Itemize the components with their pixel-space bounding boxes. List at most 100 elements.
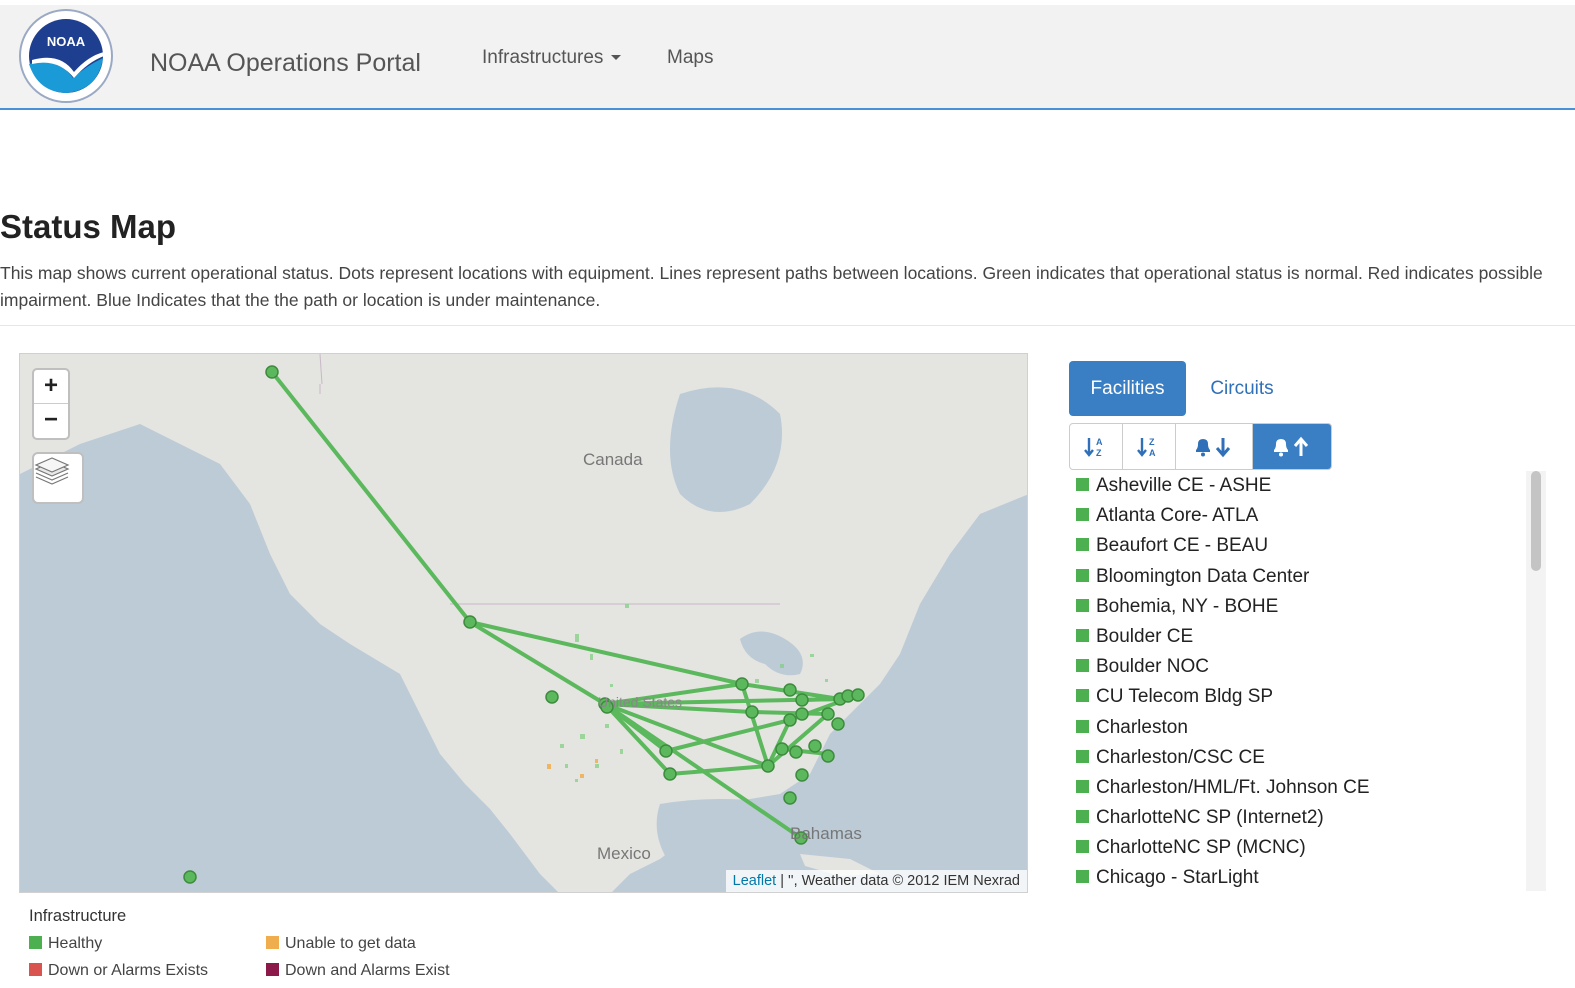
svg-text:A: A	[1149, 448, 1156, 458]
page-description: This map shows current operational statu…	[0, 263, 1543, 310]
list-item[interactable]: Boulder NOC	[1069, 652, 1531, 682]
tab-facilities[interactable]: Facilities	[1069, 361, 1186, 416]
scrollbar-thumb[interactable]	[1531, 471, 1541, 571]
facility-name: Charleston/CSC CE	[1096, 746, 1265, 768]
legend-swatch	[266, 963, 279, 976]
legend-item-down-and-alarms: Down and Alarms Exist	[266, 962, 450, 980]
layers-button[interactable]	[32, 452, 84, 504]
status-square-icon	[1076, 628, 1089, 642]
zoom-in-button[interactable]: +	[34, 370, 68, 404]
status-square-icon	[1076, 659, 1089, 673]
list-item[interactable]: CU Telecom Bldg SP	[1069, 682, 1531, 712]
facility-name: CharlotteNC SP (MCNC)	[1096, 837, 1306, 859]
list-item[interactable]: Charleston/HML/Ft. Johnson CE	[1069, 773, 1531, 803]
legend-label: Down and Alarms Exist	[285, 962, 450, 979]
map-label-united-states: United States	[598, 694, 683, 710]
facility-name: Charleston	[1096, 716, 1188, 738]
list-item[interactable]: Asheville CE - ASHE	[1069, 471, 1531, 501]
list-item[interactable]: CharlotteNC SP (MCNC)	[1069, 833, 1531, 863]
facilities-list: Asheville CE - ASHE Atlanta Core- ATLA B…	[1069, 471, 1531, 891]
zoom-out-button[interactable]: −	[34, 404, 68, 438]
sort-alpha-desc-icon: Z A	[1137, 437, 1156, 458]
list-item[interactable]: Bloomington Data Center	[1069, 562, 1531, 592]
list-item[interactable]: Charleston	[1069, 713, 1531, 743]
legend-title: Infrastructure	[29, 907, 127, 925]
list-item[interactable]: Atlanta Core- ATLA	[1069, 501, 1531, 531]
nav-maps[interactable]: Maps	[667, 47, 713, 69]
facility-name: CU Telecom Bldg SP	[1096, 686, 1274, 708]
sort-alarms-down-button[interactable]	[1176, 424, 1253, 469]
legend-swatch	[266, 936, 279, 949]
list-item[interactable]: CharlotteNC SP (Internet2)	[1069, 803, 1531, 833]
status-square-icon	[1076, 840, 1089, 854]
leaflet-link[interactable]: Leaflet	[733, 873, 777, 889]
legend-label: Unable to get data	[285, 935, 416, 952]
tab-circuits[interactable]: Circuits	[1186, 361, 1298, 416]
legend-label: Healthy	[48, 935, 103, 952]
layers-icon	[34, 457, 70, 485]
map-label-bahamas: Bahamas	[790, 824, 862, 843]
map-canvas[interactable]	[20, 354, 1028, 893]
caret-down-icon	[611, 55, 622, 61]
list-item[interactable]: Chicago - StarLight	[1069, 863, 1531, 891]
facility-name: Atlanta Core- ATLA	[1096, 505, 1259, 527]
facility-name: Beaufort CE - BEAU	[1096, 535, 1269, 557]
page-title: Status Map	[0, 208, 177, 245]
sort-button-group: A Z Z A	[1069, 423, 1332, 470]
facilities-panel: Facilities Circuits A Z Z A Asheville CE…	[1069, 361, 1575, 988]
map-label-canada: Canada	[583, 450, 643, 469]
list-item[interactable]: Boulder CE	[1069, 622, 1531, 652]
facility-name: CharlotteNC SP (Internet2)	[1096, 807, 1324, 829]
map-attribution: Leaflet | '', Weather data © 2012 IEM Ne…	[725, 870, 1027, 892]
facility-name: Charleston/HML/Ft. Johnson CE	[1096, 776, 1370, 798]
sort-alarms-up-button[interactable]	[1253, 424, 1331, 469]
status-square-icon	[1076, 478, 1089, 491]
status-square-icon	[1076, 689, 1089, 703]
sort-alpha-asc-button[interactable]: A Z	[1070, 424, 1123, 469]
zoom-control: + −	[32, 368, 70, 440]
sort-alpha-desc-button[interactable]: Z A	[1123, 424, 1176, 469]
sort-alpha-asc-icon: A Z	[1084, 437, 1103, 458]
status-map[interactable]: Canada United States Mexico Bahamas + − …	[19, 353, 1028, 893]
legend-item-healthy: Healthy	[29, 935, 102, 953]
noaa-logo[interactable]: NOAA	[18, 8, 114, 104]
facility-name: Bohemia, NY - BOHE	[1096, 595, 1279, 617]
attribution-text: | '', Weather data © 2012 IEM Nexrad	[776, 873, 1020, 889]
infrastructure-legend: Infrastructure Healthy Unable to get dat…	[19, 893, 1028, 988]
list-item[interactable]: Bohemia, NY - BOHE	[1069, 592, 1531, 622]
legend-item-down-or-alarms: Down or Alarms Exists	[29, 962, 208, 980]
facility-name: Boulder NOC	[1096, 656, 1209, 678]
status-square-icon	[1076, 779, 1089, 793]
svg-text:NOAA: NOAA	[47, 34, 86, 49]
status-square-icon	[1076, 508, 1089, 522]
facilities-scrollbar[interactable]	[1526, 471, 1546, 891]
svg-text:Z: Z	[1149, 437, 1155, 447]
facility-name: Bloomington Data Center	[1096, 565, 1310, 587]
status-square-icon	[1076, 538, 1089, 552]
status-square-icon	[1076, 568, 1089, 582]
list-item[interactable]: Charleston/CSC CE	[1069, 743, 1531, 773]
svg-text:Z: Z	[1096, 448, 1102, 458]
legend-swatch	[29, 936, 42, 949]
svg-text:A: A	[1096, 437, 1103, 447]
legend-label: Down or Alarms Exists	[48, 962, 209, 979]
status-square-icon	[1076, 719, 1089, 733]
facility-name: Boulder CE	[1096, 625, 1194, 647]
brand-title[interactable]: NOAA Operations Portal	[150, 49, 421, 78]
status-square-icon	[1076, 870, 1089, 884]
status-square-icon	[1076, 749, 1089, 763]
list-item[interactable]: Beaufort CE - BEAU	[1069, 531, 1531, 561]
divider	[0, 325, 1575, 326]
nav-infrastructures-dropdown[interactable]: Infrastructures	[482, 47, 622, 69]
land-north-america	[20, 354, 1027, 892]
status-square-icon	[1076, 810, 1089, 824]
facility-name: Asheville CE - ASHE	[1096, 475, 1272, 496]
navbar: NOAA NOAA Operations Portal Infrastructu…	[0, 0, 1575, 110]
bell-arrow-up-icon	[1274, 436, 1309, 456]
facility-name: Chicago - StarLight	[1096, 867, 1259, 889]
status-square-icon	[1076, 598, 1089, 612]
legend-item-unable: Unable to get data	[266, 935, 416, 953]
map-label-mexico: Mexico	[597, 844, 651, 863]
bell-arrow-down-icon	[1196, 437, 1231, 457]
nav-infrastructures-label: Infrastructures	[482, 47, 604, 68]
